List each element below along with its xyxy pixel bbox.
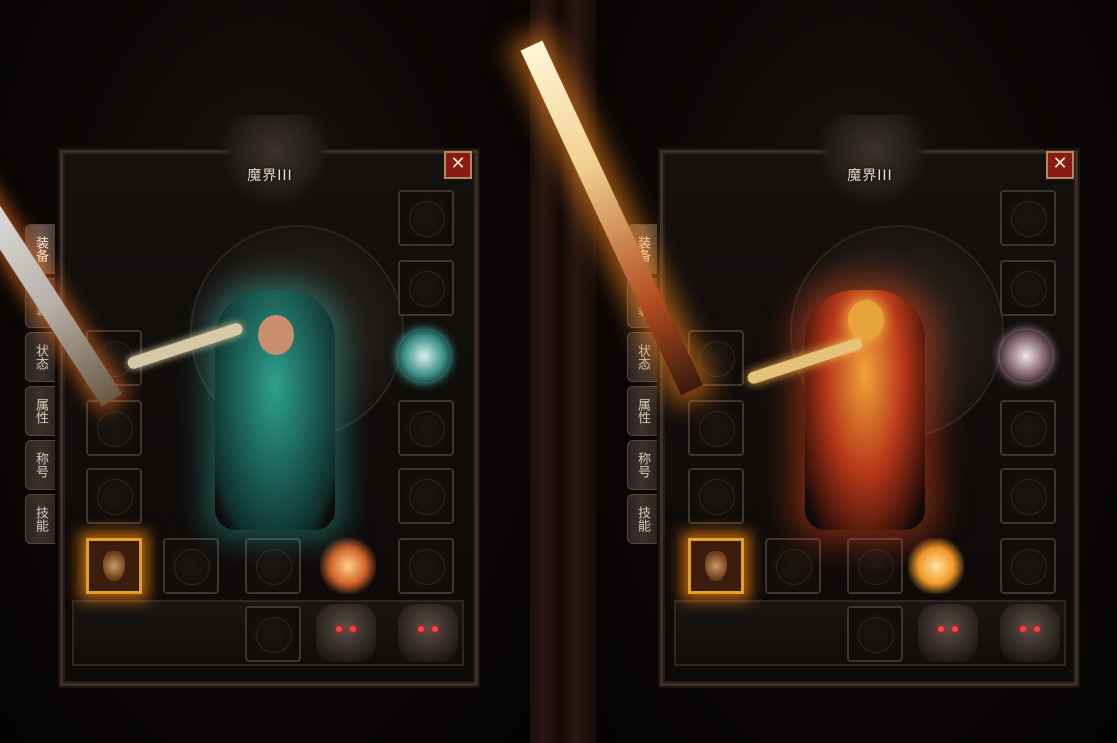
close-icon: ✕ (450, 153, 466, 174)
flame-medal-icon[interactable] (320, 538, 376, 594)
helmet-slot[interactable] (86, 538, 142, 594)
crest-ornament-icon (220, 115, 330, 205)
equip-slot[interactable] (398, 538, 454, 594)
equip-slot[interactable] (398, 400, 454, 456)
demon-skull-icon[interactable] (1000, 604, 1060, 662)
equip-slot[interactable] (847, 606, 903, 662)
window-title: 魔界III (247, 168, 293, 184)
demon-skull-icon[interactable] (316, 604, 376, 662)
equip-slot[interactable] (765, 538, 821, 594)
equip-slot[interactable] (688, 468, 744, 524)
tab-titles[interactable]: 称号 (25, 440, 55, 490)
equip-slot[interactable] (688, 400, 744, 456)
close-button[interactable]: ✕ (444, 151, 472, 179)
equip-slot[interactable] (163, 538, 219, 594)
tab-status[interactable]: 状态 (25, 332, 55, 382)
equip-slot[interactable] (1000, 400, 1056, 456)
window-title: 魔界III (847, 168, 893, 184)
tab-status[interactable]: 状态 (627, 332, 657, 382)
character-head (848, 300, 884, 340)
helmet-icon (705, 551, 727, 581)
tab-titles[interactable]: 称号 (627, 440, 657, 490)
tab-skills[interactable]: 技能 (25, 494, 55, 544)
close-button[interactable]: ✕ (1046, 151, 1074, 179)
equip-slot[interactable] (86, 400, 142, 456)
close-icon: ✕ (1052, 153, 1068, 174)
equip-slot[interactable] (398, 468, 454, 524)
helmet-icon (103, 551, 125, 581)
flame-medal-icon[interactable] (908, 538, 964, 594)
equip-slot[interactable] (398, 260, 454, 316)
equip-slot[interactable] (398, 190, 454, 246)
equip-slot[interactable] (1000, 260, 1056, 316)
companion-portrait-icon[interactable] (1000, 330, 1052, 382)
character-head (258, 315, 294, 355)
demon-skull-icon[interactable] (918, 604, 978, 662)
companion-portrait-icon[interactable] (398, 330, 450, 382)
equip-slot[interactable] (1000, 468, 1056, 524)
equip-slot[interactable] (86, 468, 142, 524)
demon-skull-icon[interactable] (398, 604, 458, 662)
equip-slot[interactable] (245, 538, 301, 594)
equip-slot[interactable] (1000, 538, 1056, 594)
helmet-slot[interactable] (688, 538, 744, 594)
equip-slot[interactable] (847, 538, 903, 594)
tab-attributes[interactable]: 属性 (627, 386, 657, 436)
equip-slot[interactable] (1000, 190, 1056, 246)
equip-slot[interactable] (245, 606, 301, 662)
tab-skills[interactable]: 技能 (627, 494, 657, 544)
crest-ornament-icon (818, 115, 928, 205)
tab-attributes[interactable]: 属性 (25, 386, 55, 436)
